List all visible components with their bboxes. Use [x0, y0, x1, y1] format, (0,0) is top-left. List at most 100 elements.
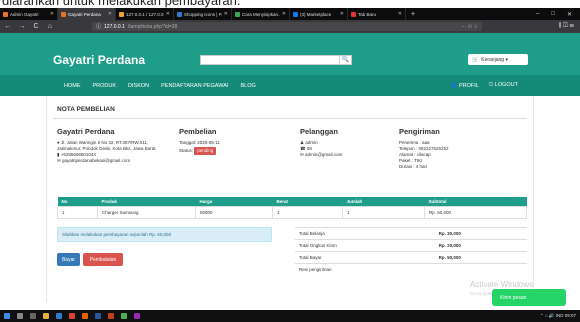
start-icon[interactable]	[4, 313, 10, 319]
forward-arrow-icon[interactable]: →	[18, 23, 26, 30]
url-path: /tampilnota.php?id=38	[127, 23, 178, 30]
back-arrow-icon[interactable]: ←	[4, 23, 12, 30]
pengiriman-heading: Pengiriman	[399, 127, 440, 136]
search-icon[interactable]	[17, 313, 23, 319]
store-heading: Gayatri Perdana	[57, 127, 115, 136]
nav-item-pendaftaran-pegawai[interactable]: PENDAFTARAN PEGAWAI	[161, 83, 228, 89]
cart-button[interactable]: 🛒 Keranjang ▾	[468, 54, 528, 65]
user-icon: 👤	[450, 82, 458, 89]
browser-tab[interactable]: Tab Baru ✕	[348, 8, 406, 20]
file-explorer-icon[interactable]	[43, 313, 49, 319]
phone-icon: ▮	[57, 152, 60, 157]
table-cell: Charger Samsung	[97, 206, 196, 219]
activate-windows-watermark: Activate Windows	[470, 280, 534, 289]
tab-favicon-icon	[351, 11, 356, 17]
phone-icon: ☎	[300, 146, 306, 151]
status-label: Status:	[179, 148, 194, 153]
site-brand[interactable]: Gayatri Perdana	[53, 53, 145, 67]
column-header: Produk	[97, 197, 196, 207]
tab-close-icon[interactable]: ✕	[166, 11, 170, 17]
search-input[interactable]	[200, 55, 340, 65]
tab-close-icon[interactable]: ✕	[340, 11, 344, 17]
minimize-button[interactable]: –	[536, 11, 539, 18]
pay-button[interactable]: Bayar	[57, 253, 80, 266]
shipping-duration: Durasi : 4 hari	[399, 164, 428, 169]
app-icon[interactable]	[134, 313, 140, 319]
site-info-icon[interactable]: ⓘ	[96, 23, 101, 30]
browser-tab[interactable]: 127.0.0.1 / 127.0.0.1 ✕	[116, 8, 174, 20]
table-cell: 1	[272, 206, 343, 219]
table-cell: Rp. 50,000	[424, 206, 527, 219]
app-icon[interactable]	[121, 313, 127, 319]
nav-item-home[interactable]: HOME	[64, 83, 81, 89]
column-header: Subtotal	[424, 197, 527, 207]
reload-icon[interactable]: C	[32, 23, 40, 30]
store-address: Jl. Jalan Waringin II No 32, RT.087/RW.0…	[57, 140, 156, 151]
total-label: Total Belanja	[295, 227, 435, 240]
nota-panel: NOTA PEMBELIAN Gayatri Perdana ● Jl. Jal…	[46, 96, 534, 302]
address-bar[interactable]: ⓘ 127.0.0.1 /tampilnota.php?id=38 ··· ☉ …	[92, 22, 482, 31]
column-header: Berat	[272, 197, 343, 207]
logout-link[interactable]: ⎋ LOGOUT	[489, 82, 518, 89]
browser-toolbar: ← → C ⌂ ⓘ 127.0.0.1 /tampilnota.php?id=3…	[0, 20, 580, 33]
nav-item-produk[interactable]: PRODUK	[93, 83, 117, 89]
browser-tab[interactable]: Cara Menyisipkan... ✕	[232, 8, 290, 20]
table-row: 1 Charger Samsung 50000 1 1 Rp. 50,000	[57, 206, 527, 219]
search-icon[interactable]: 🔍	[340, 55, 352, 65]
payment-alert: Silahkan melakukan pembayaran sejumlah R…	[57, 227, 272, 242]
close-window-button[interactable]: ✕	[567, 11, 572, 18]
page-title: NOTA PEMBELIAN	[57, 106, 115, 113]
table-cell: 50000	[195, 206, 273, 219]
customer-name: admin	[305, 140, 318, 145]
word-icon[interactable]	[95, 313, 101, 319]
pelanggan-heading: Pelanggan	[300, 127, 338, 136]
tab-favicon-icon	[119, 11, 124, 17]
task-view-icon[interactable]	[30, 313, 36, 319]
url-tools-icon[interactable]: ··· ☉ ☆	[461, 24, 478, 30]
logout-icon: ⎋	[488, 82, 494, 88]
browser-tab[interactable]: (3) Marketplace ✕	[290, 8, 348, 20]
chat-button[interactable]: Kirim pesan	[492, 289, 566, 306]
app-icon[interactable]	[108, 313, 114, 319]
maximize-button[interactable]: □	[551, 11, 555, 18]
store-app-icon[interactable]	[56, 313, 62, 319]
chrome-icon[interactable]	[69, 313, 75, 319]
tab-favicon-icon	[177, 11, 182, 17]
main-nav: HOME PRODUK DISKON PENDAFTARAN PEGAWAI B…	[0, 75, 580, 96]
table-cell: 1	[342, 206, 425, 219]
nav-item-diskon[interactable]: DISKON	[128, 83, 149, 89]
tab-close-icon[interactable]: ✕	[282, 11, 286, 17]
table-header-row: No Produk Harga Berat Jumlah Subtotal	[57, 197, 527, 207]
status-badge: pending	[194, 147, 217, 155]
totals-table: Total Belanja Rp. 30,000 Total Ongkos Ki…	[295, 227, 527, 276]
profile-link[interactable]: 👤 PROFIL	[451, 83, 479, 89]
tab-close-icon[interactable]: ✕	[50, 11, 54, 17]
tab-close-icon[interactable]: ✕	[108, 11, 112, 17]
browser-tab[interactable]: Admin Gayatri ✕	[0, 8, 58, 20]
table-row: Total Bayar Rp. 50,000	[295, 251, 527, 264]
browser-tab-active[interactable]: Gayatri Perdana ✕	[58, 8, 116, 20]
home-icon[interactable]: ⌂	[46, 23, 54, 30]
browser-tab[interactable]: Shopping Icons | Fr...✕	[174, 8, 232, 20]
cart-icon: 🛒	[472, 56, 479, 63]
total-value	[434, 263, 527, 276]
user-icon: ♟	[300, 140, 305, 145]
nav-item-blog[interactable]: BLOG	[240, 83, 255, 89]
browser-tab-bar: Admin Gayatri ✕ Gayatri Perdana ✕ 127.0.0.…	[0, 8, 580, 20]
tab-favicon-icon	[235, 11, 240, 17]
window-controls: – □ ✕	[536, 11, 580, 18]
table-row: Total Belanja Rp. 30,000	[295, 227, 527, 240]
firefox-icon[interactable]	[82, 313, 88, 319]
customer-email: admin@gmail.com	[305, 152, 343, 157]
column-header: Harga	[195, 197, 273, 207]
toolbar-right-icons[interactable]: ⫼ ◫ ☰	[559, 23, 574, 30]
tab-favicon-icon	[61, 11, 66, 17]
document-caption: diarahkan untuk melakukan pembayaran.	[0, 0, 580, 8]
cancel-order-button[interactable]: Pembatalan	[83, 253, 123, 266]
total-label: Resi pengiriman	[295, 263, 435, 276]
store-email: gayatriperdanabekasi@gmail.com	[62, 158, 131, 163]
store-info: Gayatri Perdana ● Jl. Jalan Waringin II …	[57, 127, 172, 164]
tab-close-icon[interactable]: ✕	[224, 11, 228, 17]
tab-close-icon[interactable]: ✕	[398, 11, 402, 17]
new-tab-button[interactable]: +	[406, 11, 420, 18]
